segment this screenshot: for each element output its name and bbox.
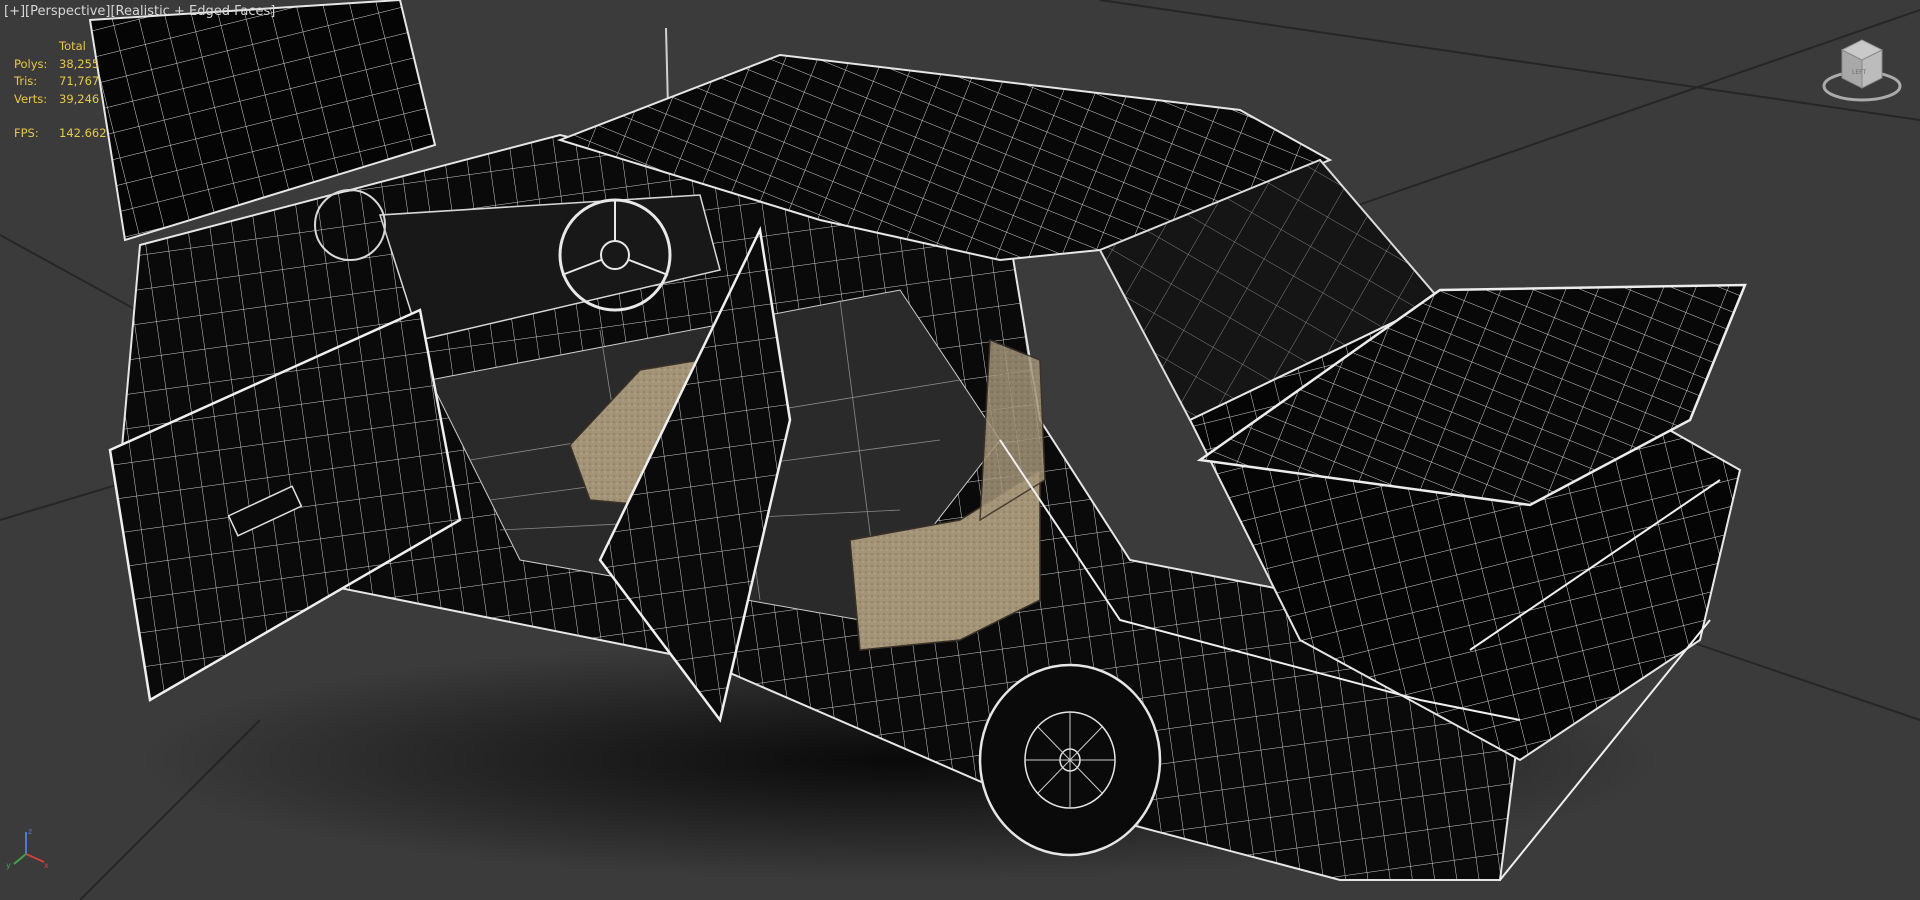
viewport-label[interactable]: [+] [Perspective] [Realistic + Edged Fac… — [4, 4, 275, 19]
axis-tripod-icon: z x y — [6, 827, 49, 870]
fps-label: FPS: — [14, 126, 39, 140]
3d-viewport[interactable]: [+] [Perspective] [Realistic + Edged Fac… — [0, 0, 1920, 900]
viewport-shading-menu[interactable]: [Realistic + Edged Faces] — [110, 4, 275, 19]
viewport-plus-menu[interactable]: [+] — [4, 4, 25, 19]
rear-wheel — [978, 663, 1162, 857]
stats-verts: Verts: 39,246 — [14, 91, 119, 109]
stats-fps: FPS: 142.662 — [14, 125, 119, 143]
statistics-overlay: Total Polys: 38,255 Tris: 71,767 Verts: … — [14, 38, 119, 143]
tris-label: Tris: — [14, 74, 38, 88]
viewcube-face-label: LEFT — [1852, 69, 1866, 76]
polys-value: 38,255 — [59, 56, 100, 71]
axis-x-label: x — [44, 861, 49, 870]
axis-z-label: z — [28, 827, 32, 836]
stats-tris: Tris: 71,767 — [14, 73, 119, 91]
verts-label: Verts: — [14, 91, 48, 106]
axis-y-label: y — [6, 861, 11, 870]
stats-header: Total — [59, 39, 86, 53]
tris-value: 71,767 — [59, 74, 100, 88]
viewport-view-menu[interactable]: [Perspective] — [25, 4, 110, 19]
stats-polys: Polys: 38,255 — [14, 56, 119, 74]
antenna — [665, 27, 669, 109]
verts-value: 39,246 — [59, 91, 100, 106]
car-wireframe-scene[interactable] — [0, 0, 1920, 900]
viewcube-icon[interactable]: LEFT — [1822, 30, 1902, 110]
polys-label: Polys: — [14, 56, 48, 71]
fps-value: 142.662 — [59, 126, 107, 140]
